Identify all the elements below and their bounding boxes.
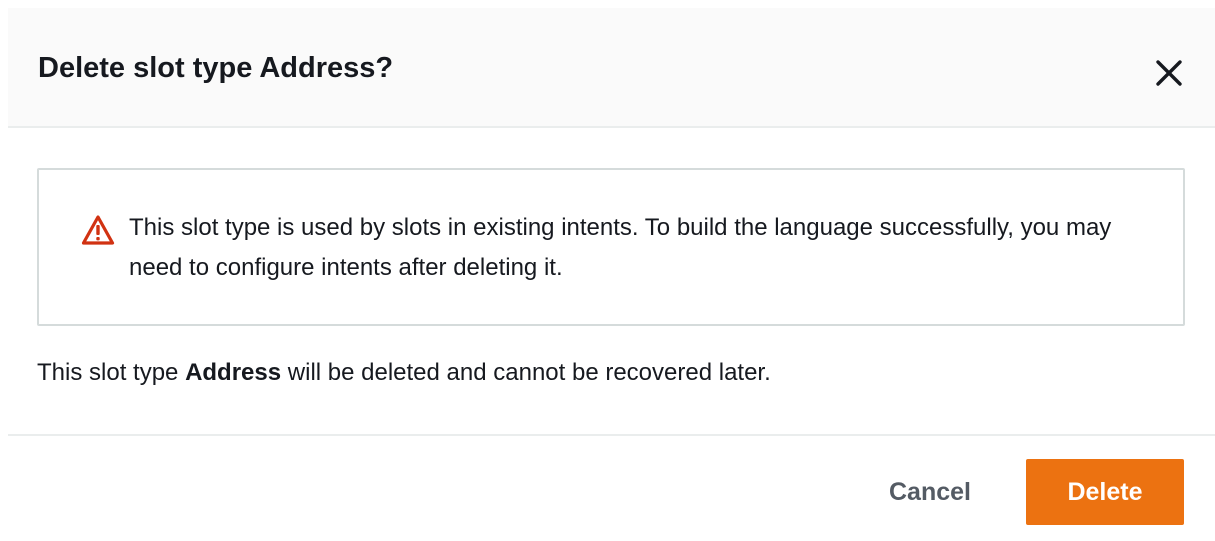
dialog-title: Delete slot type Address? <box>38 52 394 84</box>
footer-divider <box>8 434 1215 436</box>
deletion-notice-prefix: This slot type <box>37 359 186 386</box>
deletion-notice: This slot type Address will be deleted a… <box>37 355 771 391</box>
delete-slot-type-dialog: Delete slot type Address? This slot type… <box>0 0 1215 541</box>
delete-button[interactable]: Delete <box>1026 459 1184 525</box>
warning-icon <box>81 214 115 246</box>
warning-alert: This slot type is used by slots in exist… <box>37 168 1185 326</box>
alert-message: This slot type is used by slots in exist… <box>129 214 1112 281</box>
deletion-notice-suffix: will be deleted and cannot be recovered … <box>281 359 771 386</box>
dialog-header: Delete slot type Address? <box>8 8 1215 128</box>
close-icon <box>1148 52 1190 94</box>
slot-type-name: Address <box>185 359 282 386</box>
cancel-button[interactable]: Cancel <box>868 459 992 525</box>
close-button[interactable] <box>1148 52 1190 94</box>
